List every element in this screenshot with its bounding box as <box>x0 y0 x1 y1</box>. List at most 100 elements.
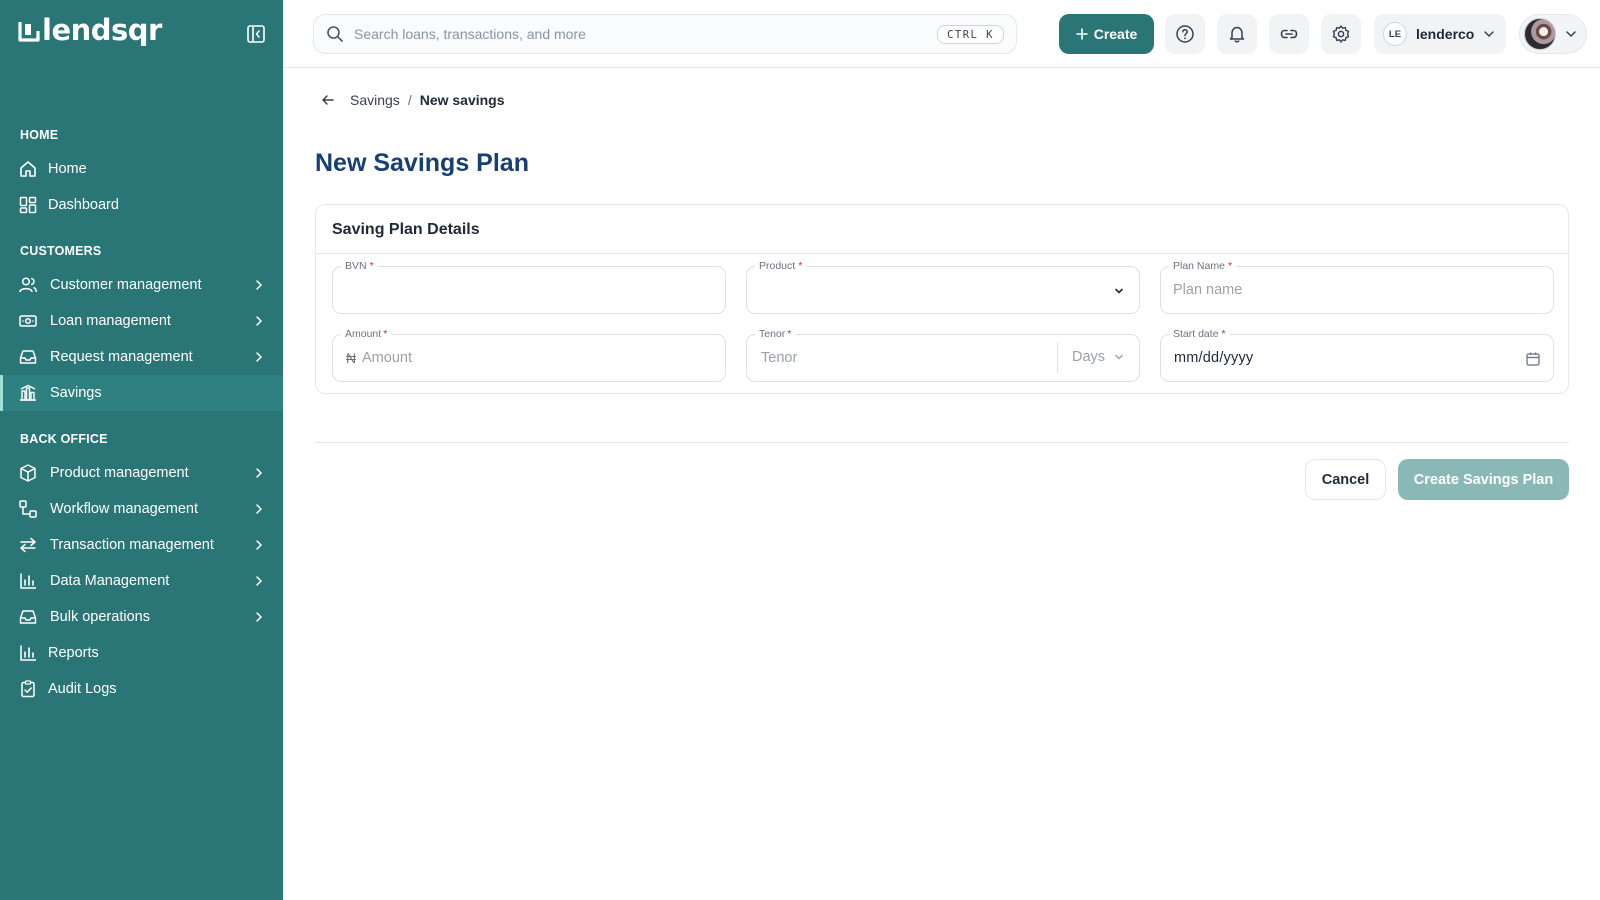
arrow-left-icon[interactable] <box>320 92 336 108</box>
naira-currency-symbol: ₦ <box>346 350 357 366</box>
sidebar-item-label: Savings <box>50 385 102 401</box>
section-label-customers: CUSTOMERS <box>20 244 102 258</box>
lendsqr-logo-icon <box>18 21 40 42</box>
chevron-right-icon <box>256 468 263 478</box>
sidebar-collapse-icon[interactable] <box>246 24 266 44</box>
sidebar-item-transaction-management[interactable]: Transaction management <box>0 527 283 563</box>
card-title: Saving Plan Details <box>316 205 1568 254</box>
sidebar-item-customer-management[interactable]: Customer management <box>0 267 283 303</box>
sidebar-item-label: Product management <box>50 465 189 481</box>
bar-chart-icon <box>20 645 36 661</box>
topbar: CTRL K Create LE lenderco <box>283 0 1600 68</box>
create-button-label: Create <box>1093 26 1138 42</box>
sidebar-item-request-management[interactable]: Request management <box>0 339 283 375</box>
tenor-field: Tenor* Days <box>746 328 1140 382</box>
form-divider <box>315 442 1569 443</box>
sidebar-item-label: Home <box>48 161 87 177</box>
section-label-back-office: BACK OFFICE <box>20 432 108 446</box>
amount-input[interactable] <box>362 335 712 381</box>
product-select[interactable]: Product * <box>746 260 1140 314</box>
sidebar-item-label: Audit Logs <box>48 681 117 697</box>
sidebar-item-label: Loan management <box>50 313 171 329</box>
start-date-value: mm/dd/yyyy <box>1174 350 1254 366</box>
product-label: Product * <box>755 260 807 273</box>
sidebar-item-label: Data Management <box>50 573 170 589</box>
chevron-right-icon <box>256 576 263 586</box>
sidebar-item-savings[interactable]: Savings <box>0 375 283 411</box>
sidebar-item-label: Reports <box>48 645 99 661</box>
help-button[interactable] <box>1165 14 1205 54</box>
sidebar-item-label: Request management <box>50 349 193 365</box>
notifications-button[interactable] <box>1217 14 1257 54</box>
sidebar-item-product-management[interactable]: Product management <box>0 455 283 491</box>
breadcrumb-savings-link[interactable]: Savings <box>350 92 400 108</box>
start-date-field[interactable]: Start date * mm/dd/yyyy <box>1160 328 1554 382</box>
bvn-input[interactable] <box>345 267 715 313</box>
search-input[interactable] <box>354 26 914 42</box>
chevron-right-icon <box>256 540 263 550</box>
links-button[interactable] <box>1269 14 1309 54</box>
users-icon <box>19 277 38 293</box>
amount-field: Amount * ₦ <box>332 328 726 382</box>
chevron-down-icon <box>1115 288 1123 294</box>
tenor-unit-value: Days <box>1072 349 1106 365</box>
breadcrumb: Savings / New savings <box>320 90 505 110</box>
create-savings-plan-button[interactable]: Create Savings Plan <box>1398 459 1569 500</box>
bank-icon <box>20 384 36 401</box>
start-date-label-text: Start date <box>1173 328 1219 340</box>
section-label-home: HOME <box>20 128 59 142</box>
avatar <box>1524 18 1556 50</box>
sidebar: lendsqr HOME Home Dashboard CUSTOMERS Cu… <box>0 0 283 900</box>
sidebar-item-dashboard[interactable]: Dashboard <box>0 187 283 223</box>
brand-logo[interactable]: lendsqr <box>18 16 162 45</box>
bvn-field: BVN * <box>332 260 726 314</box>
sidebar-item-label: Dashboard <box>48 197 119 213</box>
bar-chart-icon <box>20 573 36 589</box>
chevron-down-icon <box>1115 354 1123 360</box>
sidebar-item-label: Bulk operations <box>50 609 150 625</box>
chevron-right-icon <box>256 352 263 362</box>
help-circle-icon <box>1176 25 1194 43</box>
product-label-text: Product <box>759 260 796 272</box>
required-marker: * <box>798 260 803 272</box>
tenor-unit-select[interactable]: Days <box>1072 349 1125 365</box>
brand-name: lendsqr <box>42 13 162 47</box>
start-date-label: Start date * <box>1169 328 1230 341</box>
calendar-icon[interactable] <box>1525 351 1541 367</box>
plus-icon <box>1075 28 1088 40</box>
chevron-right-icon <box>256 612 263 622</box>
link-icon <box>1280 29 1298 39</box>
breadcrumb-separator: / <box>407 92 412 108</box>
sidebar-item-loan-management[interactable]: Loan management <box>0 303 283 339</box>
sidebar-item-reports[interactable]: Reports <box>0 635 283 671</box>
inbox-icon <box>19 350 37 364</box>
account-switcher[interactable]: LE lenderco <box>1374 14 1506 54</box>
cancel-button[interactable]: Cancel <box>1305 459 1386 500</box>
profile-menu[interactable] <box>1519 14 1587 54</box>
cash-icon <box>19 315 37 327</box>
create-button[interactable]: Create <box>1059 14 1154 54</box>
chevron-right-icon <box>256 316 263 326</box>
tenor-divider <box>1057 343 1058 373</box>
tenor-input[interactable] <box>761 335 1041 381</box>
sidebar-item-label: Workflow management <box>50 501 199 517</box>
clipboard-check-icon <box>21 680 35 698</box>
required-marker: * <box>1221 328 1226 340</box>
sidebar-item-home[interactable]: Home <box>0 151 283 187</box>
breadcrumb-current: New savings <box>419 92 505 108</box>
global-search[interactable]: CTRL K <box>313 14 1017 54</box>
workflow-icon <box>19 500 37 518</box>
search-icon <box>327 26 343 42</box>
sidebar-item-workflow-management[interactable]: Workflow management <box>0 491 283 527</box>
bell-icon <box>1229 26 1245 43</box>
dashboard-grid-icon <box>19 196 37 214</box>
plan-name-field: Plan Name * <box>1160 260 1554 314</box>
box-icon <box>20 464 36 482</box>
plan-name-input[interactable] <box>1173 267 1543 313</box>
sidebar-item-audit-logs[interactable]: Audit Logs <box>0 671 283 707</box>
sidebar-item-label: Customer management <box>50 277 202 293</box>
sidebar-item-bulk-operations[interactable]: Bulk operations <box>0 599 283 635</box>
sidebar-item-data-management[interactable]: Data Management <box>0 563 283 599</box>
sidebar-item-label: Transaction management <box>50 537 214 553</box>
settings-button[interactable] <box>1321 14 1361 54</box>
